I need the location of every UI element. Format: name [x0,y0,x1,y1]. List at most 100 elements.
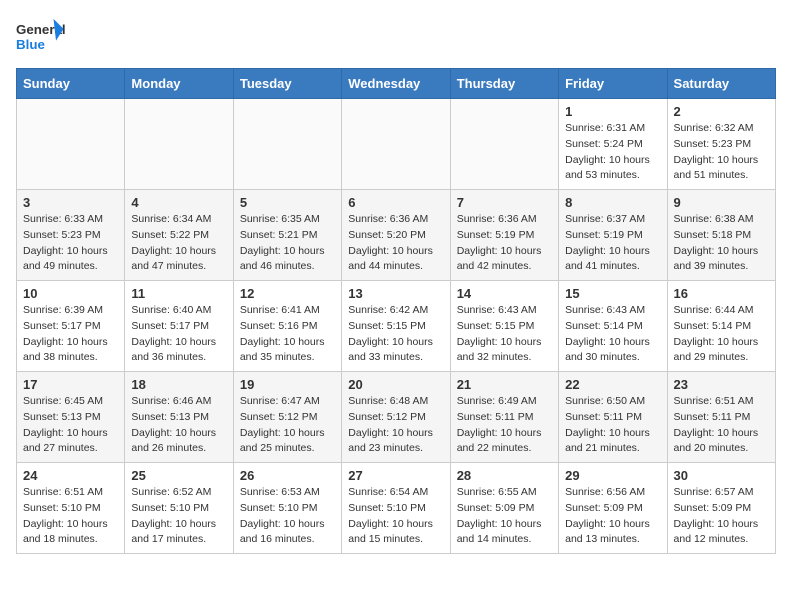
day-number: 21 [457,377,552,392]
day-number: 14 [457,286,552,301]
weekday-header: Friday [559,69,667,99]
calendar-day-cell: 3 Sunrise: 6:33 AM Sunset: 5:23 PM Daylig… [17,190,125,281]
day-number: 9 [674,195,769,210]
day-number: 2 [674,104,769,119]
calendar-day-cell: 2 Sunrise: 6:32 AM Sunset: 5:23 PM Daylig… [667,99,775,190]
day-info: Sunrise: 6:55 AM Sunset: 5:09 PM Dayligh… [457,485,552,548]
day-number: 19 [240,377,335,392]
calendar-day-cell: 26 Sunrise: 6:53 AM Sunset: 5:10 PM Dayli… [233,463,341,554]
calendar-week-row: 24Sunrise: 6:51 AM Sunset: 5:10 PM Dayli… [17,463,776,554]
svg-text:Blue: Blue [16,37,45,52]
day-info: Sunrise: 6:36 AM Sunset: 5:20 PM Dayligh… [348,212,443,275]
day-info: Sunrise: 6:53 AM Sunset: 5:10 PM Dayligh… [240,485,335,548]
day-number: 13 [348,286,443,301]
day-info: Sunrise: 6:46 AM Sunset: 5:13 PM Dayligh… [131,394,226,457]
calendar-week-row: 10 Sunrise: 6:39 AM Sunset: 5:17 PM Dayli… [17,281,776,372]
calendar-day-cell: 1 Sunrise: 6:31 AM Sunset: 5:24 PM Daylig… [559,99,667,190]
day-info: Sunrise: 6:31 AM Sunset: 5:24 PM Dayligh… [565,121,660,184]
weekday-header: Wednesday [342,69,450,99]
calendar-day-cell [17,99,125,190]
day-info: Sunrise: 6:45 AM Sunset: 5:13 PM Dayligh… [23,394,118,457]
calendar-day-cell [125,99,233,190]
calendar-day-cell: 22 Sunrise: 6:50 AM Sunset: 5:11 PM Dayli… [559,372,667,463]
calendar-day-cell: 21 Sunrise: 6:49 AM Sunset: 5:11 PM Dayli… [450,372,558,463]
day-info: Sunrise: 6:54 AM Sunset: 5:10 PM Dayligh… [348,485,443,548]
calendar-day-cell: 23Sunrise: 6:51 AM Sunset: 5:11 PM Dayli… [667,372,775,463]
day-info: Sunrise: 6:50 AM Sunset: 5:11 PM Dayligh… [565,394,660,457]
weekday-header: Thursday [450,69,558,99]
day-number: 30 [674,468,769,483]
day-number: 28 [457,468,552,483]
weekday-header: Sunday [17,69,125,99]
day-info: Sunrise: 6:35 AM Sunset: 5:21 PM Dayligh… [240,212,335,275]
day-number: 6 [348,195,443,210]
day-info: Sunrise: 6:49 AM Sunset: 5:11 PM Dayligh… [457,394,552,457]
calendar-day-cell: 10 Sunrise: 6:39 AM Sunset: 5:17 PM Dayli… [17,281,125,372]
day-number: 1 [565,104,660,119]
logo: GeneralBlue [16,16,66,56]
logo-icon: GeneralBlue [16,16,66,56]
day-info: Sunrise: 6:38 AM Sunset: 5:18 PM Dayligh… [674,212,769,275]
calendar-day-cell: 18 Sunrise: 6:46 AM Sunset: 5:13 PM Dayli… [125,372,233,463]
day-number: 25 [131,468,226,483]
page-header: GeneralBlue [16,16,776,56]
weekday-header: Tuesday [233,69,341,99]
day-number: 4 [131,195,226,210]
calendar-day-cell: 16 Sunrise: 6:44 AM Sunset: 5:14 PM Dayli… [667,281,775,372]
calendar-header-row: SundayMondayTuesdayWednesdayThursdayFrid… [17,69,776,99]
calendar-day-cell: 24Sunrise: 6:51 AM Sunset: 5:10 PM Dayli… [17,463,125,554]
day-number: 26 [240,468,335,483]
calendar-day-cell: 6 Sunrise: 6:36 AM Sunset: 5:20 PM Daylig… [342,190,450,281]
day-info: Sunrise: 6:40 AM Sunset: 5:17 PM Dayligh… [131,303,226,366]
day-info: Sunrise: 6:42 AM Sunset: 5:15 PM Dayligh… [348,303,443,366]
calendar-day-cell: 30 Sunrise: 6:57 AM Sunset: 5:09 PM Dayli… [667,463,775,554]
calendar-day-cell: 14 Sunrise: 6:43 AM Sunset: 5:15 PM Dayli… [450,281,558,372]
day-info: Sunrise: 6:47 AM Sunset: 5:12 PM Dayligh… [240,394,335,457]
day-info: Sunrise: 6:52 AM Sunset: 5:10 PM Dayligh… [131,485,226,548]
calendar-day-cell: 12 Sunrise: 6:41 AM Sunset: 5:16 PM Dayli… [233,281,341,372]
day-info: Sunrise: 6:37 AM Sunset: 5:19 PM Dayligh… [565,212,660,275]
day-info: Sunrise: 6:56 AM Sunset: 5:09 PM Dayligh… [565,485,660,548]
calendar-day-cell: 15Sunrise: 6:43 AM Sunset: 5:14 PM Dayli… [559,281,667,372]
calendar-day-cell [450,99,558,190]
day-number: 23 [674,377,769,392]
day-info: Sunrise: 6:43 AM Sunset: 5:15 PM Dayligh… [457,303,552,366]
day-number: 16 [674,286,769,301]
calendar-day-cell: 29 Sunrise: 6:56 AM Sunset: 5:09 PM Dayli… [559,463,667,554]
calendar-day-cell: 20 Sunrise: 6:48 AM Sunset: 5:12 PM Dayli… [342,372,450,463]
calendar-day-cell: 17 Sunrise: 6:45 AM Sunset: 5:13 PM Dayli… [17,372,125,463]
calendar-day-cell [342,99,450,190]
day-info: Sunrise: 6:57 AM Sunset: 5:09 PM Dayligh… [674,485,769,548]
calendar-day-cell [233,99,341,190]
day-number: 29 [565,468,660,483]
day-info: Sunrise: 6:36 AM Sunset: 5:19 PM Dayligh… [457,212,552,275]
day-number: 12 [240,286,335,301]
day-number: 15 [565,286,660,301]
calendar-day-cell: 13 Sunrise: 6:42 AM Sunset: 5:15 PM Dayli… [342,281,450,372]
day-number: 17 [23,377,118,392]
day-info: Sunrise: 6:44 AM Sunset: 5:14 PM Dayligh… [674,303,769,366]
calendar-day-cell: 11 Sunrise: 6:40 AM Sunset: 5:17 PM Dayli… [125,281,233,372]
calendar-day-cell: 7 Sunrise: 6:36 AM Sunset: 5:19 PM Daylig… [450,190,558,281]
calendar-table: SundayMondayTuesdayWednesdayThursdayFrid… [16,68,776,554]
day-info: Sunrise: 6:33 AM Sunset: 5:23 PM Dayligh… [23,212,118,275]
day-number: 10 [23,286,118,301]
day-number: 18 [131,377,226,392]
day-info: Sunrise: 6:34 AM Sunset: 5:22 PM Dayligh… [131,212,226,275]
calendar-week-row: 1 Sunrise: 6:31 AM Sunset: 5:24 PM Daylig… [17,99,776,190]
day-number: 27 [348,468,443,483]
day-info: Sunrise: 6:39 AM Sunset: 5:17 PM Dayligh… [23,303,118,366]
day-number: 20 [348,377,443,392]
calendar-day-cell: 25 Sunrise: 6:52 AM Sunset: 5:10 PM Dayli… [125,463,233,554]
day-number: 11 [131,286,226,301]
day-number: 3 [23,195,118,210]
calendar-day-cell: 19 Sunrise: 6:47 AM Sunset: 5:12 PM Dayli… [233,372,341,463]
day-number: 24 [23,468,118,483]
calendar-day-cell: 9 Sunrise: 6:38 AM Sunset: 5:18 PM Daylig… [667,190,775,281]
day-info: Sunrise: 6:41 AM Sunset: 5:16 PM Dayligh… [240,303,335,366]
day-number: 22 [565,377,660,392]
day-number: 7 [457,195,552,210]
day-info: Sunrise: 6:48 AM Sunset: 5:12 PM Dayligh… [348,394,443,457]
day-info: Sunrise: 6:32 AM Sunset: 5:23 PM Dayligh… [674,121,769,184]
calendar-week-row: 17 Sunrise: 6:45 AM Sunset: 5:13 PM Dayli… [17,372,776,463]
